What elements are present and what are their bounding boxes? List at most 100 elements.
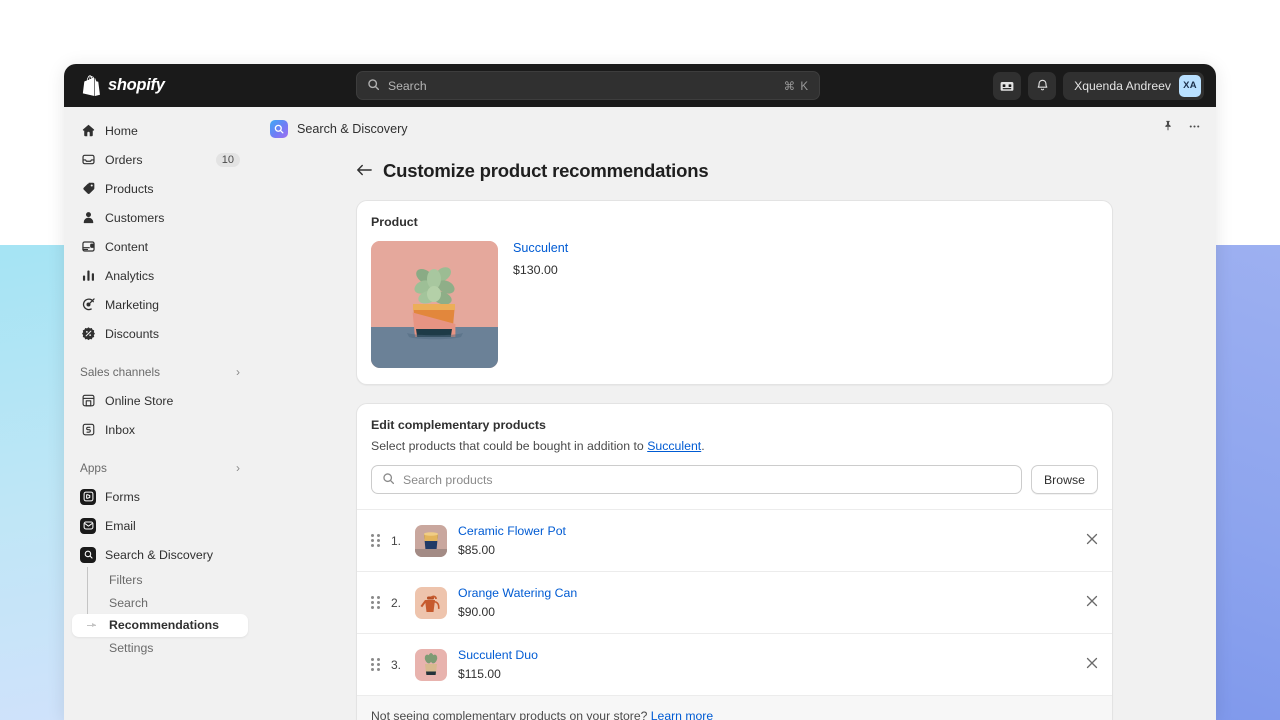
close-icon[interactable]	[1086, 595, 1098, 610]
product-name-link[interactable]: Succulent	[513, 241, 568, 255]
row-product-info: Ceramic Flower Pot $85.00	[458, 524, 566, 557]
breadcrumb-app-name[interactable]: Search & Discovery	[297, 122, 408, 136]
email-app-icon	[80, 518, 96, 534]
description-prefix: Select products that could be bought in …	[371, 439, 647, 453]
row-index: 3.	[391, 658, 404, 672]
orders-icon	[80, 152, 96, 168]
sidebar-item-label: Products	[105, 182, 154, 196]
chevron-right-icon: ›	[236, 461, 240, 475]
table-row: 3.	[357, 633, 1112, 695]
table-row: 2. Orange Watering Can $90.	[357, 571, 1112, 633]
sidebar-item-content[interactable]: Content	[72, 232, 248, 261]
sidebar-subitem-label: Filters	[109, 573, 142, 587]
learn-more-link[interactable]: Learn more	[651, 709, 713, 720]
row-product-name-link[interactable]: Orange Watering Can	[458, 586, 577, 600]
home-icon	[80, 123, 96, 139]
orders-badge: 10	[216, 153, 240, 167]
sidebar-item-search[interactable]: Search	[72, 592, 248, 615]
row-product-price: $115.00	[458, 667, 538, 681]
bell-icon[interactable]	[1028, 72, 1056, 100]
search-shortcut-hint: ⌘ K	[784, 79, 809, 93]
sidebar-item-analytics[interactable]: Analytics	[72, 261, 248, 290]
global-search-input[interactable]: Search ⌘ K	[356, 71, 820, 100]
shopify-bag-icon	[82, 75, 101, 96]
sidebar-item-recommendations[interactable]: Recommendations	[72, 614, 248, 637]
bar-chart-icon	[80, 268, 96, 284]
browse-button[interactable]: Browse	[1031, 465, 1098, 494]
sidebar-item-label: Online Store	[105, 394, 173, 408]
search-products-input[interactable]: Search products	[371, 465, 1022, 494]
sidebar-section-sales-channels[interactable]: Sales channels ›	[72, 358, 248, 386]
breadcrumb-actions	[1161, 119, 1202, 139]
sidebar-item-online-store[interactable]: Online Store	[72, 386, 248, 415]
row-product-info: Succulent Duo $115.00	[458, 648, 538, 681]
shopify-wordmark: shopify	[108, 76, 165, 95]
sidebar-item-home[interactable]: Home	[72, 116, 248, 145]
sidebar-item-products[interactable]: Products	[72, 174, 248, 203]
sidebar-item-filters[interactable]: Filters	[72, 569, 248, 592]
sidebar-item-label: Forms	[105, 490, 140, 504]
drag-handle-icon[interactable]	[371, 658, 380, 671]
complementary-heading: Edit complementary products	[357, 404, 1112, 432]
sidebar-section-apps[interactable]: Apps ›	[72, 454, 248, 482]
sidebar-item-orders[interactable]: Orders 10	[72, 145, 248, 174]
sidebar-item-email[interactable]: Email	[72, 511, 248, 540]
main-content: Search & Discovery	[256, 107, 1216, 720]
product-card-heading: Product	[357, 201, 1112, 229]
complementary-footer: Not seeing complementary products on you…	[357, 695, 1112, 720]
complementary-products-card: Edit complementary products Select produ…	[356, 403, 1113, 720]
product-image	[371, 241, 498, 368]
sidebar-item-label: Marketing	[105, 298, 159, 312]
sidebar-item-label: Inbox	[105, 423, 135, 437]
search-discovery-app-icon	[270, 120, 288, 138]
row-index: 1.	[391, 534, 404, 548]
footer-text: Not seeing complementary products on you…	[371, 709, 651, 720]
content-icon	[80, 239, 96, 255]
drag-handle-icon[interactable]	[371, 534, 380, 547]
close-icon[interactable]	[1086, 533, 1098, 548]
inbox-icon	[80, 422, 96, 438]
description-product-link[interactable]: Succulent	[647, 439, 701, 453]
shopify-logo[interactable]: shopify	[64, 75, 356, 96]
sidebar-item-label: Email	[105, 519, 136, 533]
sidebar-item-inbox[interactable]: Inbox	[72, 415, 248, 444]
store-badge-icon[interactable]	[993, 72, 1021, 100]
sidebar-item-forms[interactable]: Forms	[72, 482, 248, 511]
sidebar-subitem-label: Search	[109, 596, 148, 610]
chevron-right-icon: ›	[236, 365, 240, 379]
page-title: Customize product recommendations	[383, 160, 708, 182]
sidebar-section-label: Sales channels	[80, 365, 160, 379]
complementary-description: Select products that could be bought in …	[357, 432, 1112, 453]
row-product-price: $85.00	[458, 543, 566, 557]
close-icon[interactable]	[1086, 657, 1098, 672]
discount-badge-icon	[80, 326, 96, 342]
sidebar-item-search-and-discovery[interactable]: Search & Discovery	[72, 540, 248, 569]
desktop-backdrop-right	[1216, 245, 1280, 720]
search-discovery-app-icon	[80, 547, 96, 563]
arrow-left-icon[interactable]	[356, 163, 372, 180]
top-bar: shopify Search ⌘ K	[64, 64, 1216, 107]
more-horizontal-icon[interactable]	[1187, 119, 1202, 139]
sidebar-item-discounts[interactable]: Discounts	[72, 319, 248, 348]
global-search-placeholder: Search	[388, 79, 776, 93]
avatar: XA	[1179, 75, 1201, 97]
sidebar-item-customers[interactable]: Customers	[72, 203, 248, 232]
sidebar-item-label: Home	[105, 124, 138, 138]
pin-icon[interactable]	[1161, 119, 1175, 138]
product-price: $130.00	[513, 263, 568, 277]
product-search-row: Search products Browse	[357, 453, 1112, 509]
person-icon	[80, 210, 96, 226]
row-product-name-link[interactable]: Succulent Duo	[458, 648, 538, 662]
sidebar-item-settings[interactable]: Settings	[72, 637, 248, 660]
sidebar-item-label: Content	[105, 240, 148, 254]
user-menu[interactable]: Xquenda Andreev XA	[1063, 72, 1204, 100]
product-row: Succulent $130.00	[357, 229, 1112, 384]
sidebar-item-label: Customers	[105, 211, 164, 225]
sidebar-subnav: Filters Search Recommendations Settings	[72, 569, 248, 659]
page-header: Customize product recommendations	[256, 150, 1216, 182]
row-product-name-link[interactable]: Ceramic Flower Pot	[458, 524, 566, 538]
table-row: 1. Ceramic Flower Pot $85.00	[357, 509, 1112, 571]
row-index: 2.	[391, 596, 404, 610]
sidebar-item-marketing[interactable]: Marketing	[72, 290, 248, 319]
drag-handle-icon[interactable]	[371, 596, 380, 609]
